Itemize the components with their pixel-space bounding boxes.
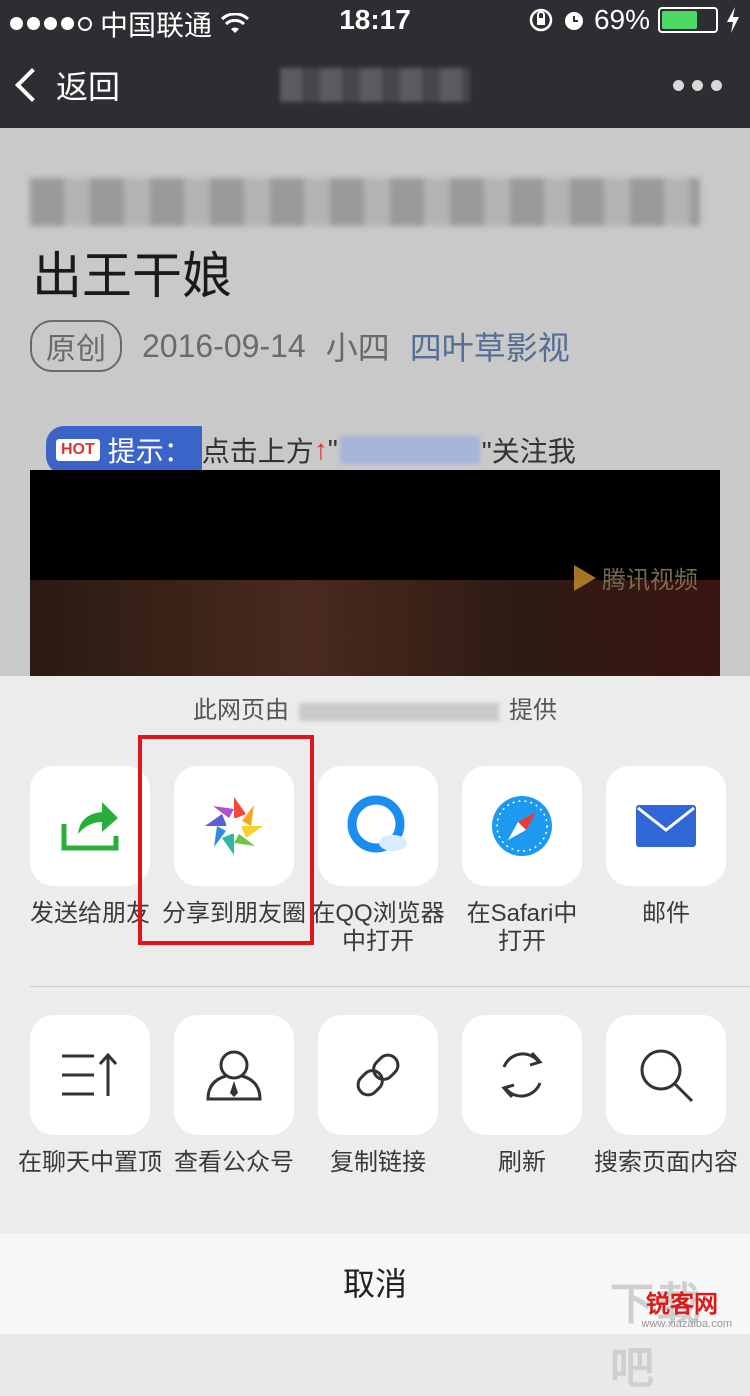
view-official-account-label: 查看公众号 xyxy=(174,1149,294,1176)
send-to-friend-tile xyxy=(30,766,150,886)
hint-label: 提示： xyxy=(107,436,192,467)
mail-button[interactable]: 邮件 xyxy=(594,766,738,928)
charging-icon xyxy=(727,7,739,33)
open-in-qq-browser-label: 在QQ浏览器 中打开 xyxy=(306,900,450,956)
pin-top-tile xyxy=(30,1015,150,1135)
safari-label-line1: 在Safari中 xyxy=(466,900,578,927)
search-page-label: 搜索页面内容 xyxy=(594,1149,738,1176)
article-date: 2016-09-14 xyxy=(142,327,306,364)
view-official-account-button[interactable]: 查看公众号 xyxy=(162,1015,306,1177)
chevron-left-icon xyxy=(15,68,49,102)
copy-link-tile xyxy=(318,1015,438,1135)
status-right: 69% xyxy=(528,4,740,36)
qq-browser-icon xyxy=(347,795,407,853)
battery-icon xyxy=(658,7,718,33)
tencent-video-logo-icon xyxy=(574,564,596,591)
hint-text-before: 点击上方 xyxy=(201,436,314,467)
qq-label-line2: 中打开 xyxy=(342,928,414,955)
alarm-icon xyxy=(564,12,583,30)
open-in-safari-button[interactable]: 在Safari中 打开 xyxy=(450,766,594,956)
copy-link-label: 复制链接 xyxy=(330,1149,426,1176)
mail-label: 邮件 xyxy=(642,900,690,927)
battery-percent: 69% xyxy=(593,4,650,35)
open-in-qq-browser-button[interactable]: 在QQ浏览器 中打开 xyxy=(306,766,450,956)
orientation-lock-icon xyxy=(529,8,553,32)
refresh-icon xyxy=(501,1052,543,1098)
hint-pill: HOT 提示： xyxy=(46,426,202,474)
nav-bar: 返回 xyxy=(0,40,750,128)
watermark-small: 锐客网 xyxy=(646,1291,718,1318)
provider-note: 此网页由 提供 xyxy=(0,690,750,725)
qq-browser-tile xyxy=(318,766,438,886)
video-player[interactable]: 腾讯视频 xyxy=(30,470,720,676)
pin-to-top-button[interactable]: 在聊天中置顶 xyxy=(18,1015,162,1177)
watermark-url: www.xiazaiba.com xyxy=(641,1318,732,1330)
mail-icon xyxy=(636,805,696,847)
mail-tile xyxy=(606,766,726,886)
page-title-obscured xyxy=(280,68,470,102)
provider-text-after: 提供 xyxy=(509,697,557,724)
hot-badge: HOT xyxy=(56,439,100,461)
qq-label-line1: 在QQ浏览器 xyxy=(311,900,445,927)
copy-link-button[interactable]: 复制链接 xyxy=(306,1015,450,1177)
video-watermark-text: 腾讯视频 xyxy=(602,567,698,594)
more-options-button[interactable] xyxy=(673,80,722,91)
safari-label-line2: 打开 xyxy=(498,928,546,955)
hint-text-after: "关注我 xyxy=(481,436,576,467)
article-title-obscured xyxy=(30,178,700,226)
share-action-sheet: 此网页由 提供 发送给朋友 分享到朋友圈 在QQ浏览器 中打开 在Safari中… xyxy=(0,676,750,1334)
pin-top-icon xyxy=(62,1052,118,1096)
article-content: 出王干娘 原创 2016-09-14 小四 四叶草影视 HOT 提示： 点击上方… xyxy=(0,128,750,676)
hint-quote-open: " xyxy=(327,434,338,465)
open-in-safari-label: 在Safari中 打开 xyxy=(450,900,594,956)
search-page-tile xyxy=(606,1015,726,1135)
provider-text-before: 此网页由 xyxy=(193,697,289,724)
site-watermark: 下载吧 锐客网 www.xiazaiba.com xyxy=(610,1268,740,1393)
original-badge: 原创 xyxy=(30,320,122,372)
article-author: 小四 xyxy=(325,330,390,366)
back-button[interactable]: 返回 xyxy=(15,62,121,108)
provider-domain-obscured xyxy=(299,702,499,721)
arrow-up-icon: ↑ xyxy=(313,434,328,465)
refresh-button[interactable]: 刷新 xyxy=(450,1015,594,1177)
account-link[interactable]: 四叶草影视 xyxy=(410,323,570,369)
safari-icon xyxy=(492,796,552,856)
article-title: 出王干娘 xyxy=(32,248,232,304)
article-meta: 原创 2016-09-14 小四 四叶草影视 xyxy=(30,320,570,372)
refresh-tile xyxy=(462,1015,582,1135)
share-forward-icon xyxy=(61,802,119,851)
video-watermark: 腾讯视频 xyxy=(574,560,698,595)
back-label: 返回 xyxy=(56,69,121,105)
search-page-button[interactable]: 搜索页面内容 xyxy=(594,1015,738,1177)
follow-hint: HOT 提示： 点击上方 ↑ " "关注我 xyxy=(46,426,576,474)
search-icon xyxy=(640,1049,694,1103)
official-account-tile xyxy=(174,1015,294,1135)
link-icon xyxy=(356,1053,400,1097)
pin-to-top-label: 在聊天中置顶 xyxy=(18,1149,162,1176)
safari-tile xyxy=(462,766,582,886)
status-bar: 中国联通 18:17 69% xyxy=(0,0,750,41)
highlight-box xyxy=(138,735,314,945)
account-name-obscured xyxy=(339,436,480,464)
row-divider xyxy=(30,986,750,987)
refresh-label: 刷新 xyxy=(498,1149,546,1176)
official-account-icon xyxy=(206,1050,262,1101)
